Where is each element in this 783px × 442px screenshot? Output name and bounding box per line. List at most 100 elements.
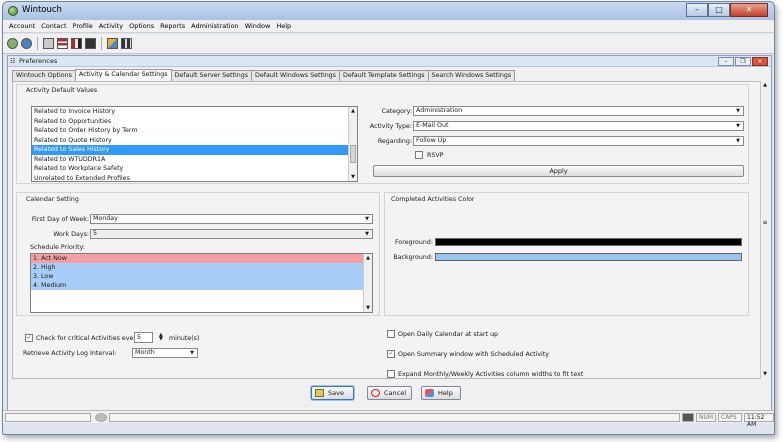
chevron-down-icon[interactable]: ▼	[363, 215, 371, 223]
save-button[interactable]: Save	[311, 386, 354, 400]
scroll-down-icon[interactable]: ▼	[761, 370, 769, 379]
content-scrollbar[interactable]: ▲ ≡ ▼	[760, 81, 769, 379]
list-item[interactable]: Unrelated to Extended Profiles	[32, 174, 357, 182]
grid-icon[interactable]	[121, 38, 132, 49]
help-button[interactable]: Help	[421, 386, 461, 400]
regarding-select[interactable]: Follow Up ▼	[413, 136, 744, 146]
first-day-label: First Day of Week:	[31, 216, 89, 223]
scroll-up-icon[interactable]: ▲	[349, 107, 357, 115]
expand-columns-checkbox[interactable]	[387, 370, 395, 378]
priority-item[interactable]: 1. Act Now	[31, 254, 372, 263]
tab-search-windows-settings[interactable]: Search Windows Settings	[427, 70, 516, 81]
chevron-down-icon[interactable]: ▼	[734, 137, 742, 145]
scroll-grip-icon[interactable]: ≡	[761, 219, 769, 226]
menu-contact[interactable]: Contact	[38, 22, 69, 30]
preferences-icon: ☷	[10, 58, 16, 65]
report-icon[interactable]	[71, 38, 82, 49]
preferences-restore-button[interactable]: ❐	[735, 57, 751, 66]
chevron-down-icon[interactable]: ▼	[188, 349, 196, 357]
open-daily-calendar-label: Open Daily Calendar at start up	[398, 331, 499, 338]
list-item[interactable]: Related to Sales History	[32, 145, 357, 155]
priority-item[interactable]: 2. High	[31, 263, 372, 272]
title-bar: Wintouch – □ ✕	[3, 2, 774, 20]
category-select[interactable]: Administration ▼	[413, 106, 744, 116]
minimize-button[interactable]: –	[686, 3, 708, 17]
list-icon[interactable]	[57, 38, 68, 49]
work-days-select[interactable]: 5 ▼	[90, 229, 373, 239]
menu-administration[interactable]: Administration	[188, 22, 242, 30]
activity-defaults-group: Activity Default Values Related to Invoi…	[16, 84, 749, 184]
critical-minutes-input[interactable]: 5	[134, 332, 153, 343]
list-item[interactable]: Related to Quote History	[32, 136, 357, 146]
activity-type-select[interactable]: E-Mail Out ▼	[413, 121, 744, 131]
relation-list[interactable]: Related to Invoice History Related to Op…	[31, 106, 358, 182]
chevron-down-icon[interactable]: ▼	[734, 122, 742, 130]
status-indicator-icon	[95, 413, 107, 422]
menu-account[interactable]: Account	[6, 22, 38, 30]
category-label: Category:	[381, 108, 412, 115]
background-color-swatch[interactable]	[435, 253, 742, 261]
keyboard-icon	[682, 413, 694, 422]
schedule-priority-list[interactable]: 1. Act Now 2. High 3. Low 4. Medium ▲ ▼	[30, 253, 373, 313]
contact-icon[interactable]	[21, 38, 32, 49]
first-day-select[interactable]: Monday ▼	[90, 214, 373, 224]
checklist-icon[interactable]	[85, 38, 96, 49]
chevron-down-icon[interactable]: ▼	[734, 107, 742, 115]
menu-help[interactable]: Help	[273, 22, 294, 30]
activity-type-label: Activity Type:	[369, 123, 412, 130]
tab-default-server-settings[interactable]: Default Server Settings	[170, 70, 253, 81]
maximize-button[interactable]: □	[708, 3, 730, 17]
open-summary-checkbox[interactable]: ✓	[387, 350, 395, 358]
scroll-up-icon[interactable]: ▲	[761, 81, 769, 90]
tab-default-template-settings[interactable]: Default Template Settings	[338, 70, 429, 81]
foreground-color-swatch[interactable]	[435, 238, 742, 246]
first-day-value: Monday	[93, 215, 118, 222]
tab-wintouch-options[interactable]: Wintouch Options	[12, 70, 76, 81]
dialog-buttons: Save Cancel Help	[3, 386, 774, 404]
critical-activities-checkbox[interactable]: ✓	[25, 334, 33, 342]
account-icon[interactable]	[7, 38, 18, 49]
calendar-icon[interactable]	[43, 38, 54, 49]
chevron-down-icon[interactable]: ▼	[363, 230, 371, 238]
menu-bar: Account Contact Profile Activity Options…	[3, 20, 774, 33]
menu-options[interactable]: Options	[126, 22, 157, 30]
cancel-label: Cancel	[384, 389, 407, 397]
menu-window[interactable]: Window	[242, 22, 274, 30]
list-scrollbar[interactable]: ▲ ▼	[348, 107, 357, 181]
spinner-arrows-icon[interactable]: ▲ ▼	[159, 333, 163, 342]
completed-color-group: Completed Activities Color Foreground: B…	[384, 192, 749, 316]
preferences-close-button[interactable]: ✕	[752, 57, 768, 66]
priority-item[interactable]: 4. Medium	[31, 281, 372, 290]
list-item[interactable]: Related to Opportunities	[32, 117, 357, 127]
list-item[interactable]: Related to Invoice History	[32, 107, 357, 117]
rsvp-checkbox[interactable]	[415, 151, 423, 159]
close-button[interactable]: ✕	[730, 3, 768, 17]
tools-icon[interactable]	[107, 38, 118, 49]
cancel-button[interactable]: Cancel	[367, 386, 412, 400]
preferences-minimize-button[interactable]: –	[718, 57, 734, 66]
apply-button[interactable]: Apply	[373, 165, 744, 177]
menu-activity[interactable]: Activity	[96, 22, 126, 30]
priority-item[interactable]: 3. Low	[31, 272, 372, 281]
list-item[interactable]: Related to Workplace Safety	[32, 164, 357, 174]
priority-scrollbar[interactable]: ▲ ▼	[363, 254, 372, 312]
cancel-icon	[371, 389, 380, 397]
menu-profile[interactable]: Profile	[70, 22, 96, 30]
scroll-down-icon[interactable]: ▼	[349, 173, 357, 181]
log-interval-select[interactable]: Month ▼	[132, 348, 198, 358]
scroll-down-icon[interactable]: ▼	[364, 304, 372, 312]
expand-columns-label: Expand Monthly/Weekly Activities column …	[398, 371, 584, 378]
tab-activity-calendar-settings[interactable]: Activity & Calendar Settings	[74, 69, 172, 81]
scroll-thumb[interactable]	[350, 145, 356, 163]
list-item[interactable]: Related to WTUDDR1A	[32, 155, 357, 165]
scroll-up-icon[interactable]: ▲	[364, 254, 372, 262]
tab-default-windows-settings[interactable]: Default Windows Settings	[251, 70, 340, 81]
critical-activities-label: Check for critical Activities every	[36, 335, 140, 342]
list-item[interactable]: Related to Order History by Term	[32, 126, 357, 136]
preferences-tabs: Wintouch Options Activity & Calendar Set…	[12, 69, 516, 81]
app-logo-icon	[8, 6, 18, 16]
regarding-label: Regarding:	[377, 138, 412, 145]
open-daily-calendar-checkbox[interactable]	[387, 330, 395, 338]
regarding-value: Follow Up	[416, 137, 447, 144]
menu-reports[interactable]: Reports	[157, 22, 188, 30]
